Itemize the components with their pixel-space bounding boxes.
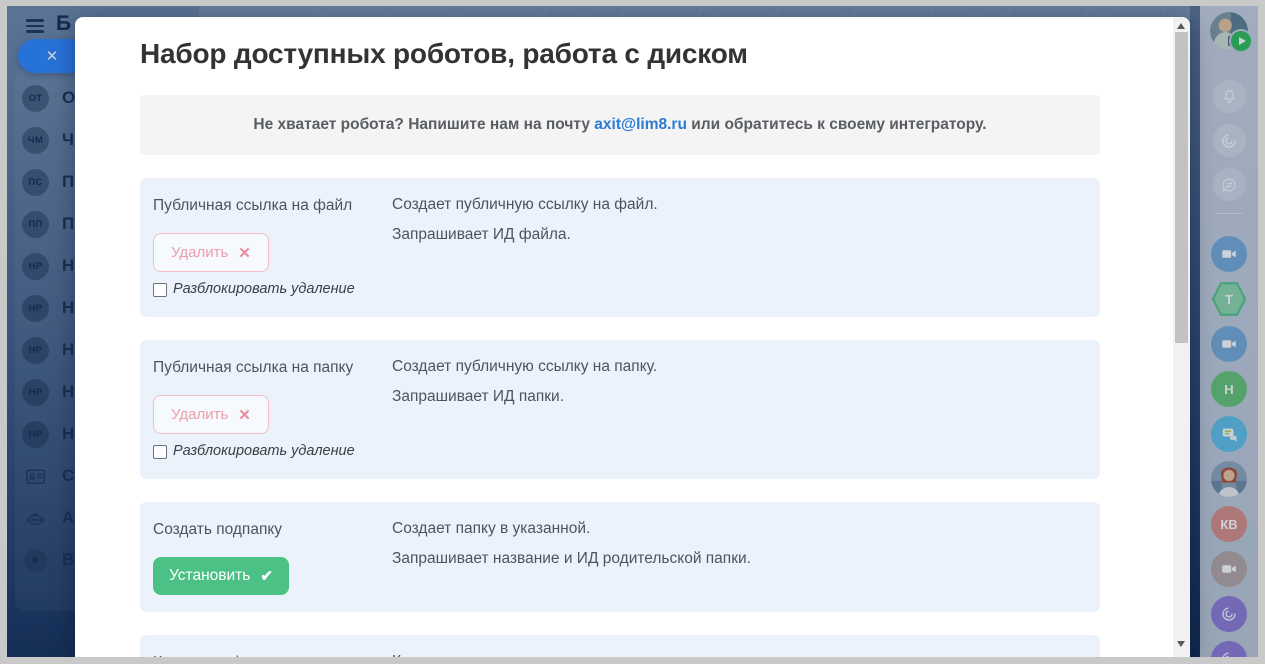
robot-description-line: Запрашивает ИД файла. (392, 220, 1085, 250)
robot-name: Публичная ссылка на файл (153, 195, 365, 216)
robot-name: Копировать\переместить папку (153, 652, 365, 657)
modal-title: Набор доступных роботов, работа с диском (140, 38, 1100, 70)
app-background: Б ✕ ОТ О ЧМ Ч ПС П ПП П НР Н НР Н НР Н Н… (7, 6, 1258, 657)
delete-button-label: Удалить (171, 406, 228, 423)
robot-card: Публичная ссылка на файл Удалить ✕ Разбл… (140, 178, 1100, 317)
unlock-delete-row: Разблокировать удаление (153, 441, 365, 462)
notice-text: Не хватает робота? Напишите нам на почту… (253, 116, 986, 134)
install-button-label: Установить (169, 567, 250, 585)
robot-description-line: Создает публичную ссылку на папку. (392, 352, 1085, 382)
robot-description-line: Запрашивает название и ИД родительской п… (392, 544, 1085, 574)
cross-icon: ✕ (238, 244, 251, 262)
unlock-delete-checkbox[interactable] (153, 283, 167, 297)
robot-card: Копировать\переместить папку Установить … (140, 635, 1100, 657)
modal-content: Набор доступных роботов, работа с диском… (75, 17, 1173, 657)
delete-robot-button[interactable]: Удалить ✕ (153, 233, 269, 272)
robot-card-left: Публичная ссылка на файл Удалить ✕ Разбл… (153, 195, 365, 300)
unlock-delete-label: Разблокировать удаление (173, 441, 355, 462)
scrollbar-thumb[interactable] (1175, 32, 1188, 343)
check-icon: ✔ (260, 567, 273, 585)
robot-description: Копирует или перемещает указанную папку.… (392, 647, 1085, 657)
install-robot-button[interactable]: Установить ✔ (153, 557, 289, 595)
unlock-delete-label: Разблокировать удаление (173, 279, 355, 300)
robot-description: Создает папку в указанной.Запрашивает на… (392, 514, 1085, 595)
scrollbar-up-arrow-icon[interactable] (1177, 23, 1185, 29)
robot-name: Публичная ссылка на папку (153, 357, 365, 378)
robot-card-left: Создать подпапку Установить ✔ (153, 519, 365, 595)
robot-description-line: Копирует или перемещает указанную папку. (392, 647, 1085, 657)
robot-description-line: Запрашивает ИД папки. (392, 382, 1085, 412)
unlock-delete-row: Разблокировать удаление (153, 279, 365, 300)
delete-robot-button[interactable]: Удалить ✕ (153, 395, 269, 434)
robot-description-line: Создает публичную ссылку на файл. (392, 190, 1085, 220)
notice-banner: Не хватает робота? Напишите нам на почту… (140, 95, 1100, 155)
robot-card: Публичная ссылка на папку Удалить ✕ Разб… (140, 340, 1100, 479)
robot-card-left: Копировать\переместить папку Установить … (153, 652, 365, 657)
scrollbar-down-arrow-icon[interactable] (1177, 641, 1185, 647)
cross-icon: ✕ (238, 406, 251, 424)
robot-description: Создает публичную ссылку на папку.Запраш… (392, 352, 1085, 462)
robot-card: Создать подпапку Установить ✔ Создает па… (140, 502, 1100, 612)
robots-modal: Набор доступных роботов, работа с диском… (75, 17, 1190, 657)
robot-description: Создает публичную ссылку на файл.Запраши… (392, 190, 1085, 300)
unlock-delete-checkbox[interactable] (153, 445, 167, 459)
robot-card-left: Публичная ссылка на папку Удалить ✕ Разб… (153, 357, 365, 462)
robot-description-line: Создает папку в указанной. (392, 514, 1085, 544)
delete-button-label: Удалить (171, 244, 228, 261)
robot-name: Создать подпапку (153, 519, 365, 540)
screenshot-frame: Б ✕ ОТ О ЧМ Ч ПС П ПП П НР Н НР Н НР Н Н… (0, 0, 1265, 664)
modal-scrollbar[interactable] (1173, 17, 1190, 657)
support-email-link[interactable]: axit@lim8.ru (594, 116, 687, 133)
